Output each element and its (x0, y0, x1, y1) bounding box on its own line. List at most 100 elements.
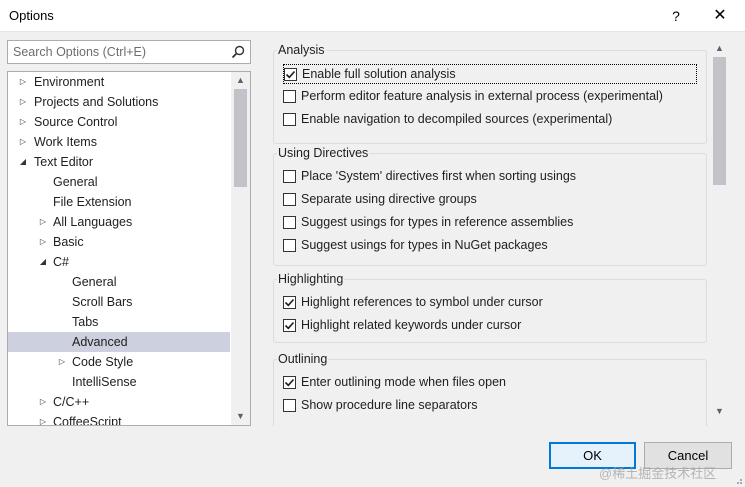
tree-item[interactable]: IntelliSense (8, 372, 230, 392)
tree-item[interactable]: ▷ All Languages (8, 212, 230, 232)
expand-arrow-icon[interactable]: ▷ (38, 392, 48, 412)
tree-item[interactable]: ▷ Work Items (8, 132, 230, 152)
search-box[interactable] (7, 40, 251, 64)
group-header: Highlighting (277, 272, 345, 286)
tree-item[interactable]: Scroll Bars (8, 292, 230, 312)
scroll-down-icon[interactable]: ▼ (231, 408, 250, 425)
settings-panel: Analysis Enable full solution analysis Per… (269, 40, 745, 426)
collapse-arrow-icon[interactable]: ◢ (38, 252, 48, 272)
option-row[interactable]: Highlight related keywords under cursor (283, 316, 703, 336)
tree-item[interactable]: ▷ C/C++ (8, 392, 230, 412)
option-row[interactable]: Enable navigation to decompiled sources … (283, 110, 703, 130)
option-row[interactable]: Separate using directive groups (283, 190, 703, 210)
option-label[interactable]: Suggest usings for types in reference as… (301, 213, 573, 231)
options-tree[interactable]: ▷ Environment ▷ Projects and Solutions ▷ Sour… (7, 71, 251, 426)
expand-arrow-icon[interactable]: ▷ (18, 72, 28, 92)
checkbox[interactable] (283, 193, 296, 206)
scrollbar-thumb[interactable] (713, 57, 726, 185)
scrollbar-thumb[interactable] (234, 89, 247, 187)
option-label[interactable]: Enable navigation to decompiled sources … (301, 110, 612, 128)
checkmark-icon (284, 298, 295, 307)
scroll-down-icon[interactable]: ▼ (710, 403, 729, 420)
option-label[interactable]: Separate using directive groups (301, 190, 477, 208)
tree-item-label: Projects and Solutions (34, 95, 159, 109)
expand-arrow-icon[interactable]: ▷ (18, 132, 28, 152)
tree-item[interactable]: ◢ Text Editor (8, 152, 230, 172)
checkbox-checked[interactable] (283, 296, 296, 309)
option-label[interactable]: Enable full solution analysis (302, 65, 456, 83)
settings-scrollbar[interactable]: ▲ ▼ (710, 40, 730, 426)
option-row[interactable]: Enter outlining mode when files open (283, 373, 703, 393)
scroll-up-icon[interactable]: ▲ (231, 72, 250, 89)
group-header: Analysis (277, 43, 326, 57)
checkbox[interactable] (283, 216, 296, 229)
tree-scrollbar[interactable]: ▲ ▼ (231, 72, 250, 425)
search-input[interactable] (8, 41, 224, 63)
tree-item[interactable]: Advanced (8, 332, 230, 352)
checkbox[interactable] (283, 170, 296, 183)
tree-item[interactable]: ▷ Code Style (8, 352, 230, 372)
tree-item[interactable]: ▷ CoffeeScript (8, 412, 230, 425)
expand-arrow-icon[interactable]: ▷ (18, 92, 28, 112)
expand-arrow-icon[interactable]: ▷ (38, 212, 48, 232)
tree-item[interactable]: General (8, 272, 230, 292)
option-row[interactable]: Perform editor feature analysis in exter… (283, 87, 703, 107)
tree-item-label: Advanced (72, 335, 128, 349)
help-button[interactable]: ? (662, 4, 690, 28)
option-label[interactable]: Highlight related keywords under cursor (301, 316, 521, 334)
tree-item[interactable]: General (8, 172, 230, 192)
option-row[interactable]: Suggest usings for types in NuGet packag… (283, 236, 703, 256)
expand-arrow-icon[interactable]: ▷ (38, 412, 48, 425)
tree-item[interactable]: ▷ Environment (8, 72, 230, 92)
checkbox[interactable] (283, 90, 296, 103)
expand-arrow-icon[interactable]: ▷ (38, 232, 48, 252)
tree-item[interactable]: ◢ C# (8, 252, 230, 272)
tree-item-label: General (53, 175, 98, 189)
option-row[interactable]: Suggest usings for types in reference as… (283, 213, 703, 233)
option-row[interactable]: Place 'System' directives first when sor… (283, 167, 703, 187)
option-row[interactable]: Enable full solution analysis (283, 64, 697, 84)
expand-arrow-icon[interactable]: ▷ (57, 352, 67, 372)
option-label[interactable]: Highlight references to symbol under cur… (301, 293, 543, 311)
tree-item-label: All Languages (53, 215, 133, 229)
checkbox-checked[interactable] (283, 319, 296, 332)
tree-item[interactable]: ▷ Basic (8, 232, 230, 252)
tree-item-label: Environment (34, 75, 105, 89)
checkmark-icon (284, 378, 295, 387)
option-row[interactable]: Highlight references to symbol under cur… (283, 293, 703, 313)
tree-item-label: Scroll Bars (72, 295, 133, 309)
watermark: @稀土掘金技术社区 (599, 466, 717, 481)
tree-item[interactable]: ▷ Source Control (8, 112, 230, 132)
tree-item-label: Source Control (34, 115, 118, 129)
resize-grip-icon[interactable] (733, 475, 743, 485)
expand-arrow-icon[interactable]: ▷ (18, 112, 28, 132)
option-label[interactable]: Suggest usings for types in NuGet packag… (301, 236, 548, 254)
checkbox-checked[interactable] (283, 376, 296, 389)
option-row[interactable]: Show procedure line separators (283, 396, 703, 416)
checkbox-checked[interactable] (284, 68, 297, 81)
option-label[interactable]: Enter outlining mode when files open (301, 373, 506, 391)
tree-item-label: C/C++ (53, 395, 90, 409)
tree-item[interactable]: ▷ Projects and Solutions (8, 92, 230, 112)
checkmark-icon (284, 321, 295, 330)
tree-item-label: C# (53, 255, 69, 269)
tree-item[interactable]: File Extension (8, 192, 230, 212)
tree-item-label: File Extension (53, 195, 132, 209)
checkbox[interactable] (283, 113, 296, 126)
close-button[interactable]: ✕ (706, 4, 734, 28)
tree-item[interactable]: Tabs (8, 312, 230, 332)
tree-item-label: IntelliSense (72, 375, 137, 389)
group-header: Using Directives (277, 146, 370, 160)
checkmark-icon (285, 70, 296, 79)
tree-item-label: Code Style (72, 355, 134, 369)
option-label[interactable]: Place 'System' directives first when sor… (301, 167, 576, 185)
scroll-up-icon[interactable]: ▲ (710, 40, 729, 57)
option-label[interactable]: Show procedure line separators (301, 396, 478, 414)
search-icon[interactable] (230, 44, 246, 60)
collapse-arrow-icon[interactable]: ◢ (18, 152, 28, 172)
checkbox[interactable] (283, 239, 296, 252)
title-bar: Options ? ✕ (0, 0, 745, 32)
checkbox[interactable] (283, 399, 296, 412)
option-label[interactable]: Perform editor feature analysis in exter… (301, 87, 663, 105)
tree-item-label: Tabs (72, 315, 99, 329)
